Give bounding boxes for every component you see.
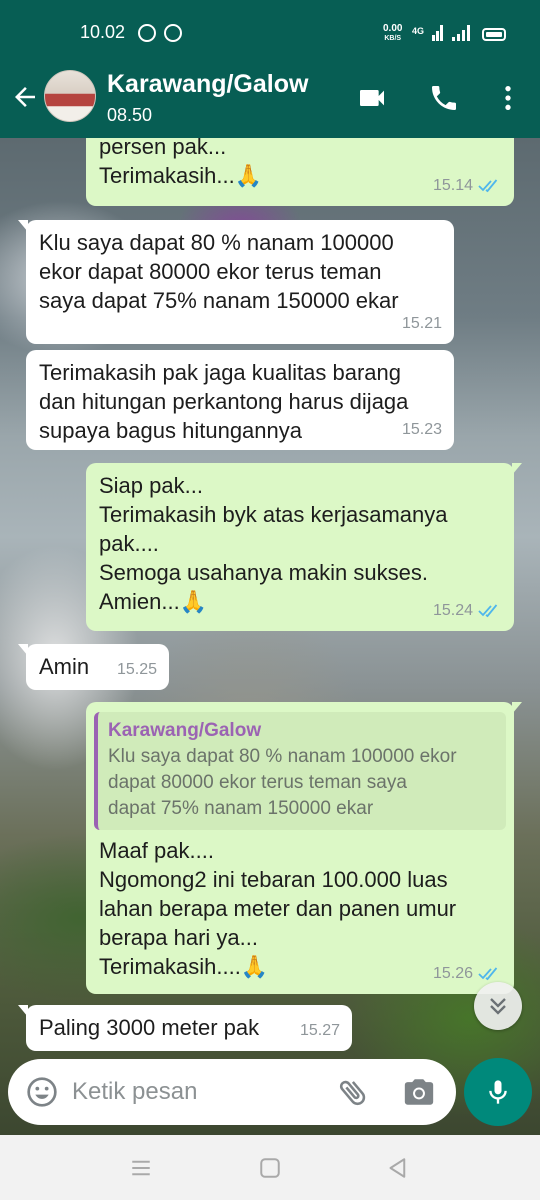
message-time: 15.14 (432, 177, 473, 194)
avatar[interactable] (44, 70, 96, 122)
bubble-tail (512, 463, 522, 475)
message-meta: 15.27 (300, 1016, 340, 1045)
network-type: 4G (412, 26, 425, 36)
message-bubble-outgoing[interactable]: Siap pak... Terimakasih byk atas kerjasa… (86, 463, 522, 631)
whatsapp-icon (138, 24, 156, 42)
message-time: 15.27 (299, 1022, 340, 1039)
status-time: 10.02 (80, 22, 126, 42)
phone-icon[interactable] (428, 82, 460, 114)
message-time: 15.23 (401, 421, 442, 438)
battery-icon (482, 28, 506, 41)
chat-title[interactable]: Karawang/Galow (107, 70, 308, 99)
message-time: 15.25 (116, 661, 157, 678)
read-ticks-icon (478, 178, 498, 192)
status-bar: 10.02 0.00 KB/S 4G (0, 0, 540, 56)
bubble-tail (18, 220, 28, 232)
message-meta: 15.21 (402, 309, 442, 338)
message-text: Paling 3000 meter pak (39, 1015, 260, 1040)
home-icon[interactable] (255, 1153, 285, 1183)
network-speed-unit: KB/S (384, 35, 402, 42)
message-bubble-incoming[interactable]: Terimakasih pak jaga kualitas barang dan… (26, 350, 454, 450)
signal-icon (432, 25, 446, 41)
bubble-tail (18, 1005, 28, 1017)
bubble-tail (512, 702, 522, 714)
signal-icon-2 (452, 25, 474, 41)
message-text: Terimakasih pak jaga kualitas barang dan… (39, 360, 409, 443)
quoted-message[interactable]: Karawang/Galow Klu saya dapat 80 % nanam… (94, 712, 506, 830)
back-nav-icon[interactable] (383, 1153, 413, 1183)
double-chevron-down-icon (490, 998, 506, 1015)
chat-header: Karawang/Galow 08.50 (0, 56, 540, 138)
message-text: Klu saya dapat 80 % nanam 100000 ekor da… (39, 230, 399, 313)
bubble-tail (18, 644, 28, 656)
notification-icon (164, 24, 182, 42)
network-speed: 0.00 KB/S (383, 24, 402, 44)
message-composer (8, 1059, 456, 1125)
message-meta: 15.25 (117, 655, 157, 684)
last-seen: 08.50 (107, 105, 153, 125)
voice-message-button[interactable] (464, 1058, 532, 1126)
read-ticks-icon (478, 603, 498, 617)
smiley-icon[interactable] (26, 1076, 58, 1108)
message-bubble-incoming[interactable]: Klu saya dapat 80 % nanam 100000 ekor da… (18, 220, 454, 344)
message-bubble-outgoing[interactable]: persen pak... Terimakasih...🙏 15.14 (86, 138, 514, 206)
message-bubble-outgoing[interactable]: Karawang/Galow Klu saya dapat 80 % nanam… (86, 702, 522, 994)
arrow-left-icon[interactable] (10, 82, 40, 112)
network-speed-value: 0.00 (383, 23, 403, 34)
message-bubble-incoming[interactable]: Amin 15.25 (18, 644, 169, 690)
paperclip-icon[interactable] (336, 1075, 370, 1109)
message-time: 15.24 (432, 602, 473, 619)
system-nav-bar (0, 1135, 540, 1200)
quoted-author: Karawang/Galow (108, 720, 262, 741)
more-vertical-icon[interactable] (492, 82, 524, 114)
message-input[interactable] (72, 1073, 322, 1111)
camera-icon[interactable] (402, 1075, 436, 1109)
message-time: 15.26 (432, 965, 473, 982)
message-text: Siap pak... Terimakasih byk atas kerjasa… (99, 473, 448, 614)
scroll-down-button[interactable] (474, 982, 522, 1030)
message-meta: 15.24 (433, 596, 502, 625)
recent-apps-icon[interactable] (126, 1153, 156, 1183)
quoted-text: Klu saya dapat 80 % nanam 100000 ekor da… (108, 746, 457, 819)
read-ticks-icon (478, 966, 498, 980)
message-meta: 15.14 (433, 171, 502, 200)
video-camera-icon[interactable] (356, 82, 388, 114)
chat-area[interactable]: persen pak... Terimakasih...🙏 15.14 Klu … (0, 138, 540, 1135)
message-time: 15.21 (401, 315, 442, 332)
microphone-icon (489, 1080, 507, 1104)
message-meta: 15.23 (402, 415, 442, 444)
message-bubble-incoming[interactable]: Paling 3000 meter pak 15.27 (18, 1005, 352, 1051)
